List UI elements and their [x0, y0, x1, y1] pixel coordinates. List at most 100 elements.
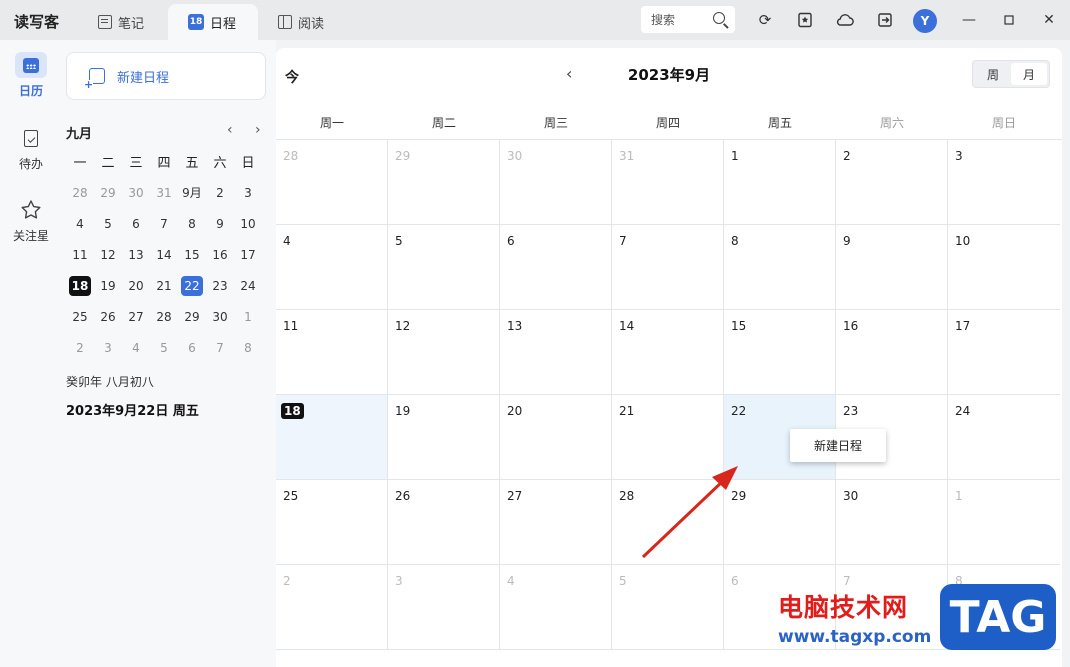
view-month-button[interactable]: 月	[1011, 63, 1047, 85]
mini-day[interactable]: 15	[178, 239, 206, 270]
day-cell[interactable]: 28	[612, 480, 724, 565]
chevron-left-icon[interactable]: ‹	[227, 122, 233, 138]
day-cell[interactable]: 1	[948, 480, 1060, 565]
day-cell[interactable]: 2	[836, 140, 948, 225]
sync-icon[interactable]: ⟳	[755, 10, 775, 30]
day-cell[interactable]: 11	[276, 310, 388, 395]
mini-day[interactable]: 14	[150, 239, 178, 270]
export-icon[interactable]	[875, 10, 895, 30]
day-cell[interactable]: 13	[500, 310, 612, 395]
tab-reading[interactable]: 阅读	[266, 4, 346, 40]
mini-day[interactable]: 29	[178, 301, 206, 332]
mini-day[interactable]: 20	[122, 270, 150, 301]
mini-day[interactable]: 6	[178, 332, 206, 363]
day-cell[interactable]: 3	[948, 140, 1060, 225]
mini-day[interactable]: 28	[150, 301, 178, 332]
mini-day[interactable]: 7	[150, 208, 178, 239]
cloud-icon[interactable]	[835, 10, 855, 30]
mini-day[interactable]: 1	[234, 301, 262, 332]
mini-day[interactable]: 2	[206, 177, 234, 208]
day-cell[interactable]: 3	[388, 565, 500, 650]
mini-day[interactable]: 30	[122, 177, 150, 208]
mini-day[interactable]: 25	[66, 301, 94, 332]
mini-day[interactable]: 21	[150, 270, 178, 301]
day-cell[interactable]: 7	[612, 225, 724, 310]
mini-day[interactable]: 30	[206, 301, 234, 332]
search-input[interactable]: 搜索	[641, 6, 735, 33]
mini-day[interactable]: 10	[234, 208, 262, 239]
mini-day[interactable]: 12	[94, 239, 122, 270]
day-cell[interactable]: 25	[276, 480, 388, 565]
day-cell[interactable]: 17	[948, 310, 1060, 395]
day-cell[interactable]: 1	[724, 140, 836, 225]
mini-day[interactable]: 31	[150, 177, 178, 208]
minimize-button[interactable]: —	[958, 9, 980, 31]
day-cell[interactable]: 29	[388, 140, 500, 225]
day-cell[interactable]: 20	[500, 395, 612, 480]
day-cell[interactable]: 19	[388, 395, 500, 480]
day-cell[interactable]: 4	[276, 225, 388, 310]
mini-day[interactable]: 24	[234, 270, 262, 301]
mini-day[interactable]: 11	[66, 239, 94, 270]
mini-day[interactable]: 3	[94, 332, 122, 363]
day-cell[interactable]: 27	[500, 480, 612, 565]
day-cell[interactable]: 24	[948, 395, 1060, 480]
mini-day[interactable]: 5	[94, 208, 122, 239]
day-cell[interactable]: 14	[612, 310, 724, 395]
mini-day[interactable]: 22	[178, 270, 206, 301]
mini-day[interactable]: 6	[122, 208, 150, 239]
maximize-button[interactable]	[998, 9, 1020, 31]
mini-day[interactable]: 16	[206, 239, 234, 270]
day-cell[interactable]: 21	[612, 395, 724, 480]
mini-day[interactable]: 8	[234, 332, 262, 363]
avatar[interactable]: Y	[913, 9, 937, 33]
mini-day[interactable]: 26	[94, 301, 122, 332]
day-cell[interactable]: 6	[500, 225, 612, 310]
rail-item-starred[interactable]: 关注星	[6, 197, 56, 244]
next-month-icon[interactable]: ›	[672, 64, 678, 83]
mini-day[interactable]: 4	[66, 208, 94, 239]
mini-day[interactable]: 9	[206, 208, 234, 239]
mini-day[interactable]: 7	[206, 332, 234, 363]
close-button[interactable]: ✕	[1038, 9, 1060, 31]
mini-day[interactable]: 3	[234, 177, 262, 208]
day-cell[interactable]: 30	[500, 140, 612, 225]
day-cell[interactable]: 2	[276, 565, 388, 650]
mini-day[interactable]: 23	[206, 270, 234, 301]
day-cell[interactable]: 16	[836, 310, 948, 395]
day-cell[interactable]: 5	[388, 225, 500, 310]
mini-day[interactable]: 28	[66, 177, 94, 208]
day-cell[interactable]: 26	[388, 480, 500, 565]
context-menu-new-event[interactable]: 新建日程	[790, 429, 886, 462]
mini-day[interactable]: 8	[178, 208, 206, 239]
new-event-button[interactable]: 新建日程	[66, 52, 266, 100]
day-cell[interactable]: 31	[612, 140, 724, 225]
mini-day[interactable]: 19	[94, 270, 122, 301]
view-week-button[interactable]: 周	[975, 63, 1011, 85]
chevron-right-icon[interactable]: ›	[255, 122, 261, 138]
today-button[interactable]: 今	[285, 67, 299, 87]
mini-day[interactable]: 2	[66, 332, 94, 363]
day-cell[interactable]: 30	[836, 480, 948, 565]
tab-schedule[interactable]: 18 日程	[168, 4, 258, 40]
day-cell[interactable]: 29	[724, 480, 836, 565]
mini-day[interactable]: 5	[150, 332, 178, 363]
day-cell[interactable]: 9	[836, 225, 948, 310]
rail-item-calendar[interactable]: 日历	[6, 52, 56, 99]
mini-day[interactable]: 29	[94, 177, 122, 208]
day-cell[interactable]: 18	[276, 395, 388, 480]
day-cell[interactable]: 5	[612, 565, 724, 650]
tab-notes[interactable]: 笔记	[86, 4, 166, 40]
mini-day[interactable]: 18	[66, 270, 94, 301]
day-cell[interactable]: 15	[724, 310, 836, 395]
mini-day[interactable]: 13	[122, 239, 150, 270]
day-cell[interactable]: 10	[948, 225, 1060, 310]
day-cell[interactable]: 12	[388, 310, 500, 395]
day-cell[interactable]: 28	[276, 140, 388, 225]
rail-item-todo[interactable]: 待办	[6, 125, 56, 172]
day-cell[interactable]: 4	[500, 565, 612, 650]
day-cell[interactable]: 8	[724, 225, 836, 310]
mini-day[interactable]: 27	[122, 301, 150, 332]
mini-day[interactable]: 17	[234, 239, 262, 270]
starred-note-icon[interactable]	[795, 10, 815, 30]
